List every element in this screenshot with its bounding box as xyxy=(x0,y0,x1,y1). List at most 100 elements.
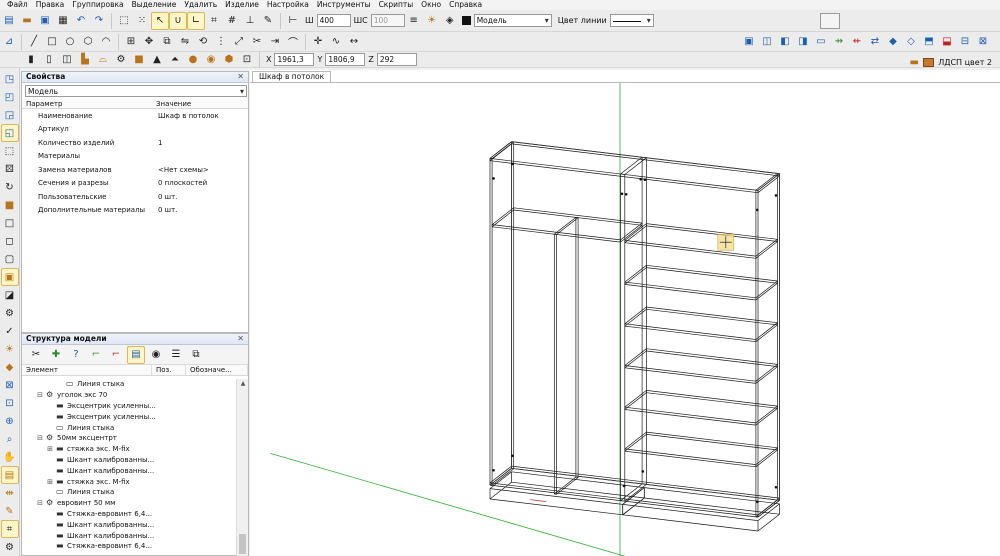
y-coord-input[interactable]: 1806,9 xyxy=(325,53,366,66)
z-coord-input[interactable]: 292 xyxy=(376,53,417,66)
property-row[interactable]: Дополнительные материалы 0 шт. xyxy=(22,204,248,218)
menu-settings[interactable]: Настройка xyxy=(263,0,313,10)
box-icon[interactable]: ■ xyxy=(131,52,147,68)
document-view-icon[interactable]: ▤ xyxy=(127,345,145,364)
property-value[interactable]: 0 плоскостей xyxy=(152,179,248,187)
snap-grid-icon[interactable]: ⌗ xyxy=(0,520,19,538)
settings-gear-icon[interactable]: ⚙ xyxy=(2,539,18,555)
depth-input[interactable]: 100 xyxy=(370,14,405,27)
print-icon[interactable]: ▦ xyxy=(55,13,71,29)
box-edges-icon[interactable]: ▢ xyxy=(2,251,18,267)
view-side-icon[interactable]: ◨ xyxy=(795,34,811,50)
properties-object-select[interactable]: Модель xyxy=(25,85,247,97)
light-icon[interactable]: ☀ xyxy=(2,341,18,357)
zoom-in-icon[interactable]: ⊕ xyxy=(2,413,18,429)
grid-dots-icon[interactable]: ⁙ xyxy=(134,13,150,29)
grid-icon[interactable]: # xyxy=(224,13,240,29)
property-row[interactable]: Материалы xyxy=(22,150,248,164)
panel-more-icon[interactable]: ⊠ xyxy=(975,34,991,50)
zoom-magnifier-icon[interactable]: ⌕ xyxy=(2,431,18,447)
sphere-icon[interactable]: ● xyxy=(185,52,201,68)
hexagon-tool-icon[interactable]: ⬡ xyxy=(80,34,96,50)
property-value[interactable]: Шкаф в потолок xyxy=(152,112,248,120)
measure-icon[interactable]: ⊥ xyxy=(242,13,258,29)
x-coord-input[interactable]: 1961,3 xyxy=(274,53,315,66)
menu-help[interactable]: Справка xyxy=(445,0,486,10)
pyramid-icon[interactable]: ▲ xyxy=(149,52,165,68)
rectangle-tool-icon[interactable]: □ xyxy=(44,34,60,50)
crosshair-icon[interactable]: ✛ xyxy=(310,34,326,50)
current-material[interactable]: ▬ ЛДСП цвет 2 xyxy=(905,54,992,70)
save-icon[interactable]: ▣ xyxy=(37,13,53,29)
disconnect-icon[interactable]: ⌐ xyxy=(108,347,124,363)
insert-part-icon[interactable]: ⇸ xyxy=(831,34,847,50)
line-tool-icon[interactable]: ╱ xyxy=(26,34,42,50)
tree-item[interactable]: ▬ Эксцентрик усиленны... xyxy=(22,401,237,412)
view-box-icon[interactable]: ◳ xyxy=(2,71,18,87)
arc-tool-icon[interactable]: ◠ xyxy=(98,34,114,50)
scroll-thumb[interactable] xyxy=(239,534,246,554)
view-iso-icon[interactable]: ◫ xyxy=(759,34,775,50)
box-section-icon[interactable]: ◪ xyxy=(2,287,18,303)
material-tool-icon[interactable]: ▬ xyxy=(906,54,922,70)
open-folder-icon[interactable]: ▬ xyxy=(19,13,35,29)
ortho-icon[interactable]: ∟ xyxy=(187,11,205,30)
panel-align-icon[interactable]: ⇄ xyxy=(867,34,883,50)
shaded-box-icon[interactable]: ■ xyxy=(2,197,18,213)
menu-file[interactable]: Файл xyxy=(3,0,32,10)
move-tool-icon[interactable]: ✥ xyxy=(141,34,157,50)
view-iso-face-icon[interactable]: ◱ xyxy=(0,124,19,142)
layer-icon[interactable]: ◈ xyxy=(442,13,458,29)
expand-toggle-icon[interactable]: ⊞ xyxy=(46,445,54,453)
hardware-icon[interactable]: ⚙ xyxy=(113,52,129,68)
layer-select[interactable]: Модель xyxy=(473,14,552,27)
close-icon[interactable]: ✕ xyxy=(237,334,244,344)
snap-points-icon[interactable]: ⌗ xyxy=(206,13,222,29)
property-row[interactable]: Артикул xyxy=(22,123,248,137)
view-front-icon[interactable]: ▣ xyxy=(741,34,757,50)
panel-delete-icon[interactable]: ⬓ xyxy=(939,34,955,50)
property-row[interactable]: Пользовательские 0 шт. xyxy=(22,190,248,204)
connect-icon[interactable]: ⌐ xyxy=(88,347,104,363)
close-icon[interactable]: ✕ xyxy=(237,72,244,82)
mirror-tool-icon[interactable]: ⇋ xyxy=(177,34,193,50)
scroll-up-icon[interactable]: ▲ xyxy=(237,379,249,389)
property-value[interactable]: 0 шт. xyxy=(152,193,248,201)
menu-delete[interactable]: Удалить xyxy=(180,0,221,10)
wardrobe-wireframe[interactable] xyxy=(250,83,1000,556)
document-tab[interactable]: Шкаф в потолок xyxy=(252,71,332,82)
facade-icon[interactable]: ▙ xyxy=(77,52,93,68)
extrude-icon[interactable]: ⬢ xyxy=(221,52,237,68)
wireframe-icon[interactable]: ⬚ xyxy=(2,143,18,159)
panel-vertical-icon[interactable]: ▮ xyxy=(23,52,39,68)
offset-tool-icon[interactable]: ⊞ xyxy=(123,34,139,50)
profile-icon[interactable]: ⌓ xyxy=(95,52,111,68)
tree-item[interactable]: ▬ Эксцентрик усиленны... xyxy=(22,411,237,422)
remove-part-icon[interactable]: ⇷ xyxy=(849,34,865,50)
property-value[interactable]: <Нет схемы> xyxy=(152,166,248,174)
tree-item[interactable]: ▭ Линия стыка xyxy=(22,487,237,498)
panel-grid-icon[interactable]: ⊟ xyxy=(957,34,973,50)
property-value[interactable]: 0 шт. xyxy=(152,206,248,214)
panel-split-icon[interactable]: ◫ xyxy=(59,52,75,68)
measure-distance-icon[interactable]: ⇹ xyxy=(2,485,18,501)
panel-right-icon[interactable]: ◇ xyxy=(903,34,919,50)
list-icon[interactable]: ☰ xyxy=(168,347,184,363)
tree-item[interactable]: ▬ Стяжка-евровинт 6,4... xyxy=(22,509,237,520)
expand-toggle-icon[interactable]: ⊟ xyxy=(36,434,44,442)
tree-item[interactable]: ⊟ ⚙ 50мм эксцентрт xyxy=(22,433,237,444)
tree-item[interactable]: ▬ Шкант калиброванны... xyxy=(22,455,237,466)
trim-tool-icon[interactable]: ✂ xyxy=(249,34,265,50)
property-value[interactable]: 1 xyxy=(152,139,248,147)
edge-band-icon[interactable]: ▭ xyxy=(813,34,829,50)
pen-icon[interactable]: ✎ xyxy=(260,13,276,29)
magnet-snap-icon[interactable]: ∪ xyxy=(169,11,187,30)
panel-frame-icon[interactable]: ▯ xyxy=(41,52,57,68)
menu-group[interactable]: Группировка xyxy=(68,0,127,10)
expand-toggle-icon[interactable]: ⊟ xyxy=(36,499,44,507)
edit-pen-icon[interactable]: ✎ xyxy=(2,503,18,519)
tree-scrollbar[interactable]: ▲ xyxy=(236,379,248,556)
tree-item[interactable]: ▭ Линия стыка xyxy=(22,422,237,433)
select-arrow-icon[interactable]: ↖ xyxy=(151,11,169,30)
tree-item[interactable]: ▬ Шкант калиброванны... xyxy=(22,519,237,530)
